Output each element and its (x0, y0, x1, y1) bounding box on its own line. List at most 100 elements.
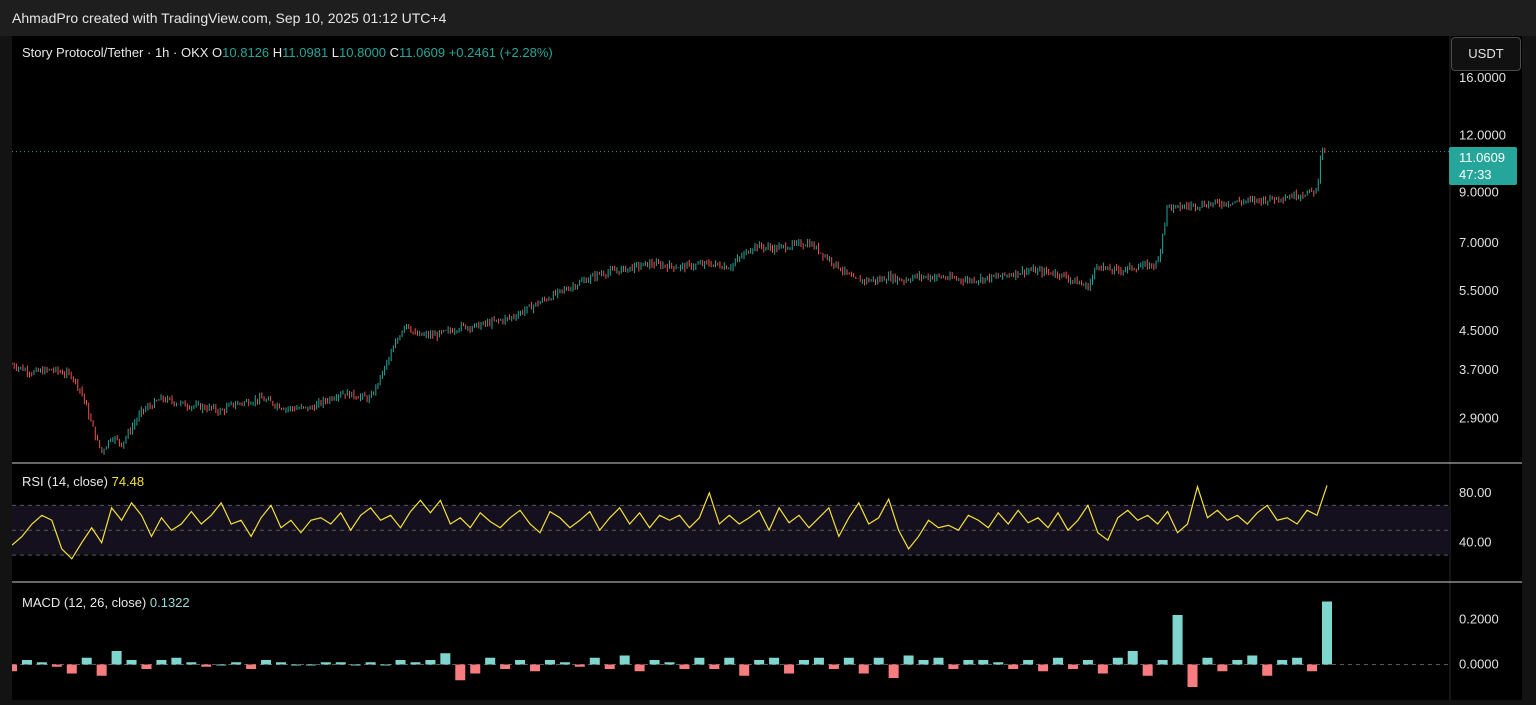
rsi-tick-label: 80.00 (1459, 485, 1492, 500)
macd-histogram-bar (320, 662, 331, 665)
macd-histogram-bar (126, 660, 137, 665)
macd-histogram-bar (186, 662, 197, 665)
macd-histogram-bar (36, 662, 47, 665)
macd-histogram-bar (619, 655, 630, 665)
macd-histogram-bar (574, 664, 585, 667)
rsi-band-background (12, 505, 1450, 556)
macd-histogram-bar (1262, 664, 1273, 676)
macd-histogram-bar (724, 657, 735, 665)
macd-histogram-bar (1008, 664, 1019, 669)
price-tick-label: 16.0000 (1459, 70, 1506, 85)
macd-histogram-bar (470, 664, 481, 674)
macd-histogram-bar (395, 660, 406, 665)
price-tick-label: 2.9000 (1459, 410, 1499, 425)
macd-histogram-bar (888, 664, 899, 678)
macd-histogram-bar (530, 664, 541, 672)
chart-svg[interactable]: Story Protocol/Tether · 1h · OKX O10.812… (7, 36, 1522, 700)
macd-histogram-bar (1277, 660, 1288, 665)
macd-histogram-bar (828, 664, 839, 669)
macd-histogram-bar (769, 657, 780, 665)
top-bar: AhmadPro created with TradingView.com, S… (0, 0, 1536, 36)
macd-histogram-bar (111, 651, 122, 665)
macd-histogram-bar (305, 664, 316, 666)
macd-histogram-bar (754, 660, 765, 665)
macd-histogram-bar (335, 662, 346, 665)
macd-histogram-bar (873, 657, 884, 665)
macd-histogram-bar (1307, 664, 1318, 672)
macd-histogram-bar (709, 664, 720, 669)
macd-histogram-bar (1097, 664, 1108, 674)
macd-histogram-bar (589, 657, 600, 665)
macd-histogram-bar (246, 664, 257, 669)
macd-histogram-bar (1142, 664, 1153, 676)
macd-histogram-bar (261, 660, 272, 665)
macd-histogram-bar (1112, 657, 1123, 665)
macd-histogram-bar (455, 664, 466, 681)
macd-histogram-bar (290, 664, 301, 666)
macd-histogram-bar (604, 664, 615, 669)
macd-histogram-bar (21, 660, 32, 665)
price-tick-label: 7.0000 (1459, 235, 1499, 250)
chart-area[interactable]: Story Protocol/Tether · 1h · OKX O10.812… (7, 36, 1522, 700)
macd-histogram-bar (66, 664, 77, 674)
macd-tick-label: 0.2000 (1459, 612, 1499, 627)
macd-histogram-bar (649, 660, 660, 665)
macd-histogram-bar (515, 660, 526, 665)
macd-tick-label: 0.0000 (1459, 657, 1499, 672)
macd-histogram-bar (559, 662, 570, 665)
macd-histogram-bar (544, 660, 555, 665)
macd-histogram-bar (784, 664, 795, 674)
macd-histogram-bar (664, 662, 675, 665)
macd-histogram-bar (813, 657, 824, 665)
macd-histogram-bar (918, 660, 929, 665)
macd-histogram-bar (201, 664, 212, 667)
attribution-text: AhmadPro created with TradingView.com, S… (12, 10, 447, 26)
macd-histogram-bar (485, 657, 496, 665)
macd-histogram-bar (410, 662, 421, 665)
macd-histogram-bar (1202, 657, 1213, 665)
last-price-value: 11.0609 (1459, 150, 1506, 165)
price-tick-label: 3.7000 (1459, 362, 1499, 377)
last-price-label: 11.0609 47:33 (1449, 147, 1517, 185)
macd-histogram-bar (694, 657, 705, 665)
macd-histogram-bar (933, 657, 944, 665)
macd-histogram-bar (275, 662, 286, 665)
macd-histogram-bar (1082, 660, 1093, 665)
macd-histogram-bar (634, 664, 645, 672)
rsi-tick-label: 40.00 (1459, 535, 1492, 550)
macd-histogram-bar (350, 664, 361, 666)
macd-histogram-bar (96, 664, 107, 676)
macd-histogram-bar (171, 657, 182, 665)
price-tick-label: 9.0000 (1459, 185, 1499, 200)
price-tick-label: 4.5000 (1459, 323, 1499, 338)
macd-histogram-bar (843, 657, 854, 665)
macd-histogram-bar (739, 664, 750, 676)
currency-unit-button[interactable]: USDT (1451, 37, 1521, 71)
macd-histogram-bar (500, 664, 511, 669)
macd-histogram-bar (1023, 660, 1034, 665)
macd-histogram-bar (1157, 660, 1168, 665)
macd-histogram-bar (903, 655, 914, 665)
macd-histogram-bar (231, 662, 242, 665)
macd-histogram-bar (1217, 664, 1228, 672)
macd-histogram-bar (993, 662, 1004, 665)
macd-histogram-bar (7, 664, 17, 672)
macd-histogram-bar (1067, 664, 1078, 669)
macd-histogram-bar (425, 660, 436, 665)
bar-countdown: 47:33 (1459, 167, 1492, 182)
macd-histogram-bar (1292, 657, 1303, 665)
macd-histogram-bar (679, 664, 690, 669)
price-tick-label: 5.5000 (1459, 283, 1499, 298)
macd-histogram-bar (380, 664, 391, 666)
macd-histogram-bar (1172, 615, 1183, 665)
macd-histogram-bar (141, 664, 152, 669)
macd-histogram-bar (1322, 601, 1332, 665)
macd-histogram-bar (1247, 655, 1258, 665)
symbol-legend: Story Protocol/Tether · 1h · OKX O10.812… (22, 45, 553, 60)
price-tick-label: 12.0000 (1459, 127, 1506, 142)
macd-histogram-bar (1053, 657, 1064, 665)
macd-histogram-bar (963, 660, 974, 665)
rsi-legend: RSI (14, close) 74.48 (22, 474, 144, 489)
macd-histogram-bar (156, 660, 167, 665)
macd-histogram-bar (1038, 664, 1049, 672)
